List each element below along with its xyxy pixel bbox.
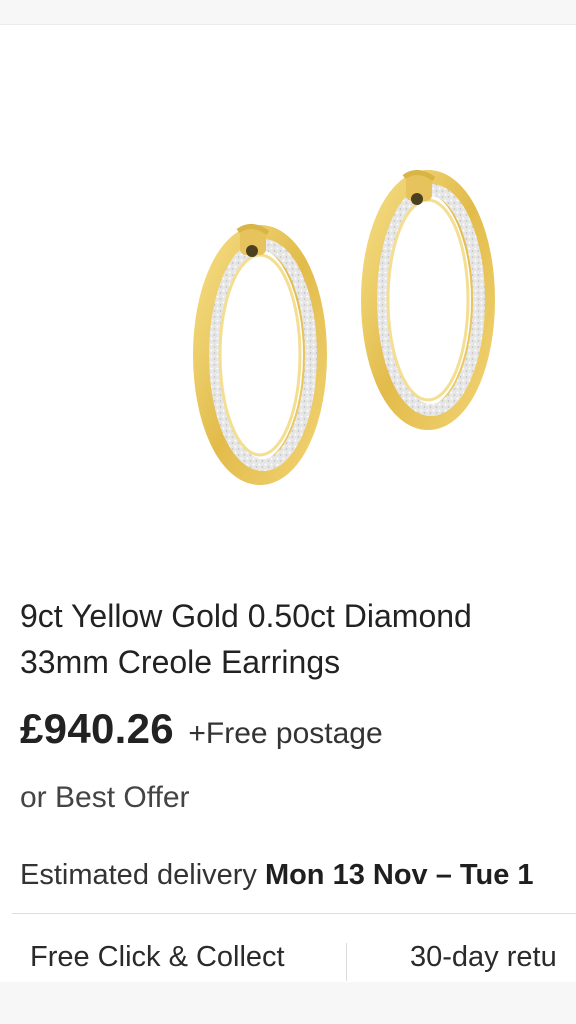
delivery-dates: Mon 13 Nov – Tue 1 — [264, 859, 534, 891]
price: £940.26 — [20, 705, 174, 752]
right-earring — [361, 170, 495, 430]
click-collect-feature[interactable]: Free Click & Collect — [30, 941, 285, 974]
left-earring — [193, 224, 327, 485]
bottom-strip — [0, 982, 576, 1024]
product-title-line2: 33mm Creole Earrings — [20, 644, 341, 680]
price-row: £940.26 +Free postage — [20, 705, 383, 753]
top-strip — [0, 0, 576, 24]
delivery-label: Estimated delivery — [20, 859, 257, 891]
product-title[interactable]: 9ct Yellow Gold 0.50ct Diamond 33mm Creo… — [20, 593, 576, 685]
feature-strip: Free Click & Collect 30-day retu — [0, 915, 576, 983]
product-title-line1: 9ct Yellow Gold 0.50ct Diamond — [20, 598, 472, 634]
listing-card: 9ct Yellow Gold 0.50ct Diamond 33mm Creo… — [0, 24, 576, 983]
listing-page: 9ct Yellow Gold 0.50ct Diamond 33mm Creo… — [0, 0, 576, 1024]
feature-separator — [346, 943, 347, 981]
best-offer-text: or Best Offer — [20, 781, 190, 814]
product-image[interactable] — [0, 25, 576, 577]
estimated-delivery: Estimated delivery Mon 13 Nov – Tue 1 — [20, 859, 534, 892]
returns-feature[interactable]: 30-day retu — [410, 941, 557, 974]
earrings-icon — [193, 170, 495, 485]
postage-text: +Free postage — [188, 717, 383, 750]
divider — [12, 913, 576, 914]
